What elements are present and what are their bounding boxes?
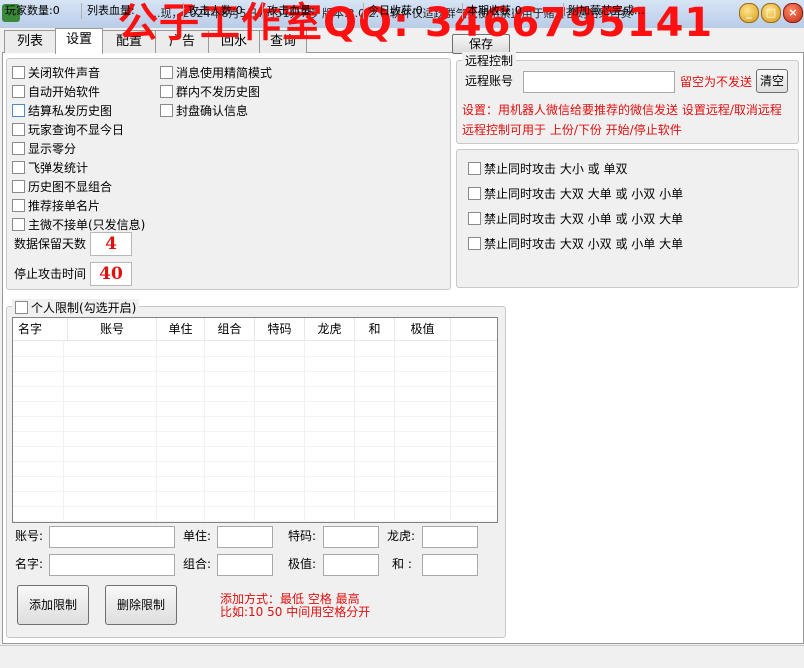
special-input[interactable]: [323, 526, 379, 548]
option-compact-msg[interactable]: 消息使用精简模式: [160, 64, 272, 82]
stop-time-input[interactable]: 40: [90, 262, 132, 286]
remote-title: 远程控制: [462, 52, 517, 69]
clear-button[interactable]: 清空: [756, 69, 788, 93]
combo-label: 组合:: [183, 557, 212, 571]
attack-option-1[interactable]: 禁止同时攻击 大小 或 单双: [468, 160, 683, 178]
attack-option-4[interactable]: 禁止同时攻击 大双 小双 或 小单 大单: [468, 235, 683, 253]
stop-time-label: 停止攻击时间: [14, 267, 87, 281]
delete-limit-button[interactable]: 删除限制: [105, 585, 177, 625]
status-message: 附加薇芯完成...: [568, 4, 645, 17]
col-name[interactable]: 名字: [13, 318, 68, 340]
status-bar: [0, 645, 804, 668]
table-row[interactable]: [13, 506, 497, 522]
limit-list[interactable]: 名字 账号 单住 组合 特码 龙虎 和 极值: [12, 317, 498, 523]
account-input[interactable]: [49, 526, 175, 548]
option-no-group-history[interactable]: 群内不发历史图: [160, 83, 272, 101]
tab-settings[interactable]: 设置: [55, 28, 103, 54]
name-label: 名字:: [15, 557, 44, 571]
single-label: 单住:: [183, 529, 212, 543]
col-he[interactable]: 和: [355, 318, 395, 340]
status-period-gain: 本期收获:0: [464, 3, 564, 19]
status-player-count: 玩家数量:0: [2, 3, 82, 19]
he-label: 和 :: [392, 557, 412, 571]
keep-days-label: 数据保留天数: [14, 237, 87, 251]
table-row[interactable]: [13, 431, 497, 447]
option-fly-stats[interactable]: 飞弹发统计: [12, 159, 145, 177]
option-show-zero[interactable]: 显示零分: [12, 140, 145, 158]
table-row[interactable]: [13, 476, 497, 492]
dragon-label: 龙虎:: [387, 529, 416, 543]
he-input[interactable]: [422, 554, 478, 576]
col-account[interactable]: 账号: [68, 318, 157, 340]
status-today-gain: 今日收获:0: [365, 3, 463, 19]
option-hide-today[interactable]: 玩家查询不显今日: [12, 121, 145, 139]
limit-list-header: 名字 账号 单住 组合 特码 龙虎 和 极值: [13, 318, 497, 341]
table-row[interactable]: [13, 461, 497, 477]
dragon-input[interactable]: [422, 526, 478, 548]
attack-option-2[interactable]: 禁止同时攻击 大双 大单 或 小双 小单: [468, 185, 683, 203]
option-mute-sound[interactable]: 关闭软件声音: [12, 64, 145, 82]
table-row[interactable]: [13, 371, 497, 387]
table-row[interactable]: [13, 446, 497, 462]
option-settle-history[interactable]: 结算私发历史图: [12, 102, 145, 120]
col-single[interactable]: 单住: [157, 318, 205, 340]
option-close-confirm[interactable]: 封盘确认信息: [160, 102, 272, 120]
settings-col2: 消息使用精简模式 群内不发历史图 封盘确认信息: [160, 64, 272, 120]
remote-desc-2: 远程控制可用于 上份/下份 开始/停止软件: [462, 123, 682, 137]
combo-input[interactable]: [217, 554, 273, 576]
col-extreme[interactable]: 极值: [395, 318, 451, 340]
col-combo[interactable]: 组合: [205, 318, 255, 340]
attack-options: 禁止同时攻击 大小 或 单双 禁止同时攻击 大双 大单 或 小双 小单 禁止同时…: [468, 160, 683, 253]
personal-limit-toggle[interactable]: 个人限制(勾选开启): [12, 299, 140, 316]
table-row[interactable]: [13, 356, 497, 372]
option-recommend-card[interactable]: 推荐接单名片: [12, 197, 145, 215]
add-limit-button[interactable]: 添加限制: [17, 585, 89, 625]
remote-desc-1: 设置：用机器人微信给要推荐的微信发送 设置远程/取消远程: [462, 103, 782, 117]
remote-account-label: 远程账号: [465, 74, 514, 88]
tab-list[interactable]: 列表: [4, 30, 56, 53]
settings-col1: 关闭软件声音 自动开始软件 结算私发历史图 玩家查询不显今日 显示零分 飞弹发统…: [12, 64, 145, 234]
add-tip-2: 比如:10 50 中间用空格分开: [220, 605, 371, 619]
status-attack-count: 攻击人数:0: [185, 3, 263, 19]
account-label: 账号:: [15, 529, 44, 543]
single-input[interactable]: [217, 526, 273, 548]
remote-hint: 留空为不发送: [680, 75, 753, 89]
option-auto-start[interactable]: 自动开始软件: [12, 83, 145, 101]
extreme-label: 极值:: [288, 557, 317, 571]
status-list-hp: 列表血量:: [84, 3, 184, 19]
table-row[interactable]: [13, 401, 497, 417]
option-hide-combo[interactable]: 历史图不显组合: [12, 178, 145, 196]
table-row[interactable]: [13, 341, 497, 357]
status-attack-hp: 攻击血量:: [264, 3, 364, 19]
col-dragon[interactable]: 龙虎: [305, 318, 355, 340]
name-input[interactable]: [49, 554, 175, 576]
remote-account-input[interactable]: [523, 71, 675, 93]
special-label: 特码:: [288, 529, 317, 543]
table-row[interactable]: [13, 416, 497, 432]
attack-option-3[interactable]: 禁止同时攻击 大双 小单 或 小双 大单: [468, 210, 683, 228]
table-row[interactable]: [13, 386, 497, 402]
table-row[interactable]: [13, 491, 497, 507]
keep-days-input[interactable]: 4: [90, 232, 132, 256]
extreme-input[interactable]: [323, 554, 379, 576]
col-special[interactable]: 特码: [255, 318, 305, 340]
